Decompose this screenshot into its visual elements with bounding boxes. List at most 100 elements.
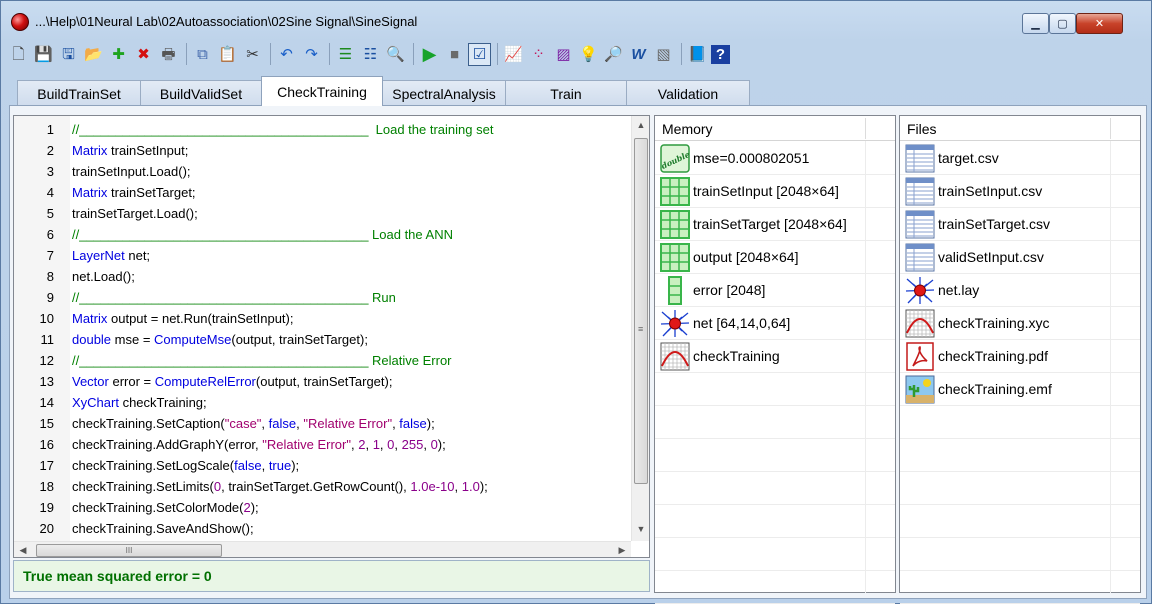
- tab-spectralanalysis[interactable]: SpectralAnalysis: [382, 80, 506, 106]
- files-panel[interactable]: Files target.csv trainSetInput.csv trainSe…: [899, 115, 1141, 604]
- open-folder-icon[interactable]: 📂: [82, 43, 105, 66]
- delete-icon[interactable]: ✖: [132, 43, 155, 66]
- file-item[interactable]: validSetInput.csv: [900, 241, 1140, 274]
- horizontal-scrollbar[interactable]: ◀ III ▶: [14, 541, 631, 557]
- code-line[interactable]: 16 checkTraining.AddGraphY(error, "Relati…: [14, 434, 629, 455]
- code-text[interactable]: //______________________________________…: [72, 119, 493, 140]
- word-icon[interactable]: W: [627, 43, 650, 66]
- code-line[interactable]: 19 checkTraining.SetColorMode(2);: [14, 497, 629, 518]
- code-line[interactable]: 18 checkTraining.SetLimits(0, trainSetTar…: [14, 476, 629, 497]
- code-text[interactable]: //______________________________________…: [72, 287, 396, 308]
- print-icon[interactable]: 🖶: [157, 43, 180, 66]
- memory-item[interactable]: trainSetInput [2048×64]: [655, 175, 895, 208]
- memory-panel[interactable]: Memory double mse=0.000802051 trainSetInpu…: [654, 115, 896, 604]
- code-line[interactable]: 10 Matrix output = net.Run(trainSetInput)…: [14, 308, 629, 329]
- code-text[interactable]: checkTraining.SaveAndShow();: [72, 518, 254, 539]
- help-icon[interactable]: ?: [711, 44, 730, 64]
- save-as-icon[interactable]: 🖫: [57, 43, 80, 66]
- variables-icon[interactable]: 🔍: [384, 43, 407, 66]
- run-icon[interactable]: ▶: [418, 43, 441, 66]
- memory-item[interactable]: error [2048]: [655, 274, 895, 307]
- code-text[interactable]: trainSetTarget.Load();: [72, 203, 198, 224]
- code-text[interactable]: Matrix output = net.Run(trainSetInput);: [72, 308, 293, 329]
- chart-icon[interactable]: 📈: [502, 43, 525, 66]
- memory-header[interactable]: Memory: [655, 116, 895, 141]
- code-line[interactable]: 6 //_____________________________________…: [14, 224, 629, 245]
- memory-item[interactable]: trainSetTarget [2048×64]: [655, 208, 895, 241]
- title-bar[interactable]: ...\Help\01Neural Lab\02Autoassociation\…: [1, 1, 1151, 37]
- add-icon[interactable]: ✚: [107, 43, 130, 66]
- code-line[interactable]: 20 checkTraining.SaveAndShow();: [14, 518, 629, 539]
- tab-buildtrainset[interactable]: BuildTrainSet: [17, 80, 141, 106]
- memory-item[interactable]: net [64,14,0,64]: [655, 307, 895, 340]
- code-line[interactable]: 3 trainSetInput.Load();: [14, 161, 629, 182]
- file-item[interactable]: checkTraining.emf: [900, 373, 1140, 406]
- indent-icon[interactable]: ☰: [334, 43, 357, 66]
- code-text[interactable]: double mse = ComputeMse(output, trainSet…: [72, 329, 368, 350]
- file-item[interactable]: checkTraining.pdf: [900, 340, 1140, 373]
- code-line[interactable]: 2 Matrix trainSetInput;: [14, 140, 629, 161]
- tab-validation[interactable]: Validation: [626, 80, 750, 106]
- tab-checktraining[interactable]: CheckTraining: [261, 76, 383, 106]
- file-item[interactable]: trainSetInput.csv: [900, 175, 1140, 208]
- code-text[interactable]: trainSetInput.Load();: [72, 161, 191, 182]
- minimize-button[interactable]: ▁: [1022, 13, 1049, 34]
- code-text[interactable]: Matrix trainSetTarget;: [72, 182, 196, 203]
- vertical-scroll-thumb[interactable]: ≡: [634, 138, 648, 484]
- redo-icon[interactable]: ↷: [300, 43, 323, 66]
- cut-icon[interactable]: ✂: [241, 43, 264, 66]
- code-line[interactable]: 17 checkTraining.SetLogScale(false, true)…: [14, 455, 629, 476]
- scroll-down-button[interactable]: ▼: [632, 520, 649, 538]
- file-item[interactable]: target.csv: [900, 142, 1140, 175]
- code-line[interactable]: 9 //_____________________________________…: [14, 287, 629, 308]
- code-text[interactable]: Matrix trainSetInput;: [72, 140, 188, 161]
- code-line[interactable]: 8 net.Load();: [14, 266, 629, 287]
- code-line[interactable]: 1 //_____________________________________…: [14, 119, 629, 140]
- code-text[interactable]: checkTraining.SetColorMode(2);: [72, 497, 259, 518]
- color-palette-icon[interactable]: ▨: [552, 43, 575, 66]
- memory-item[interactable]: output [2048×64]: [655, 241, 895, 274]
- magnifier-icon[interactable]: 🔎: [602, 43, 625, 66]
- tab-buildvalidset[interactable]: BuildValidSet: [140, 80, 262, 106]
- scroll-left-button[interactable]: ◀: [14, 542, 32, 557]
- files-header[interactable]: Files: [900, 116, 1140, 141]
- new-file-icon[interactable]: 🗋: [7, 43, 30, 66]
- code-text[interactable]: XyChart checkTraining;: [72, 392, 207, 413]
- tab-train[interactable]: Train: [505, 80, 627, 106]
- memory-item[interactable]: checkTraining: [655, 340, 895, 373]
- code-text[interactable]: net.Load();: [72, 266, 135, 287]
- code-line[interactable]: 5 trainSetTarget.Load();: [14, 203, 629, 224]
- code-text[interactable]: checkTraining.AddGraphY(error, "Relative…: [72, 434, 446, 455]
- code-text[interactable]: checkTraining.SetLogScale(false, true);: [72, 455, 299, 476]
- horizontal-scroll-thumb[interactable]: III: [36, 544, 222, 557]
- code-text[interactable]: //______________________________________…: [72, 350, 452, 371]
- paste-icon[interactable]: 📋: [216, 43, 239, 66]
- code-line[interactable]: 4 Matrix trainSetTarget;: [14, 182, 629, 203]
- scroll-right-button[interactable]: ▶: [613, 542, 631, 557]
- app-logo-icon[interactable]: [11, 13, 29, 31]
- copy-icon[interactable]: ⧉: [191, 43, 214, 66]
- code-line[interactable]: 12 //____________________________________…: [14, 350, 629, 371]
- scroll-up-button[interactable]: ▲: [632, 116, 649, 134]
- outdent-icon[interactable]: ☷: [359, 43, 382, 66]
- close-button[interactable]: ✕: [1076, 13, 1123, 34]
- image-icon[interactable]: ▧: [652, 43, 675, 66]
- memory-item[interactable]: double mse=0.000802051: [655, 142, 895, 175]
- code-text[interactable]: LayerNet net;: [72, 245, 150, 266]
- check-icon[interactable]: ☑: [468, 42, 491, 66]
- code-text[interactable]: //______________________________________…: [72, 224, 453, 245]
- code-text[interactable]: Vector error = ComputeRelError(output, t…: [72, 371, 392, 392]
- stop-icon[interactable]: ■: [443, 43, 466, 66]
- undo-icon[interactable]: ↶: [275, 43, 298, 66]
- code-line[interactable]: 7 LayerNet net;: [14, 245, 629, 266]
- code-text[interactable]: checkTraining.SetLimits(0, trainSetTarge…: [72, 476, 488, 497]
- file-item[interactable]: net.lay: [900, 274, 1140, 307]
- code-editor[interactable]: 1 //_____________________________________…: [13, 115, 650, 558]
- book-icon[interactable]: 📘: [686, 43, 709, 66]
- file-item[interactable]: trainSetTarget.csv: [900, 208, 1140, 241]
- file-item[interactable]: checkTraining.xyc: [900, 307, 1140, 340]
- maximize-button[interactable]: ▢: [1049, 13, 1076, 34]
- code-text[interactable]: checkTraining.SetCaption("case", false, …: [72, 413, 435, 434]
- vertical-scrollbar[interactable]: ▲ ≡ ▼: [631, 116, 649, 541]
- code-line[interactable]: 14 XyChart checkTraining;: [14, 392, 629, 413]
